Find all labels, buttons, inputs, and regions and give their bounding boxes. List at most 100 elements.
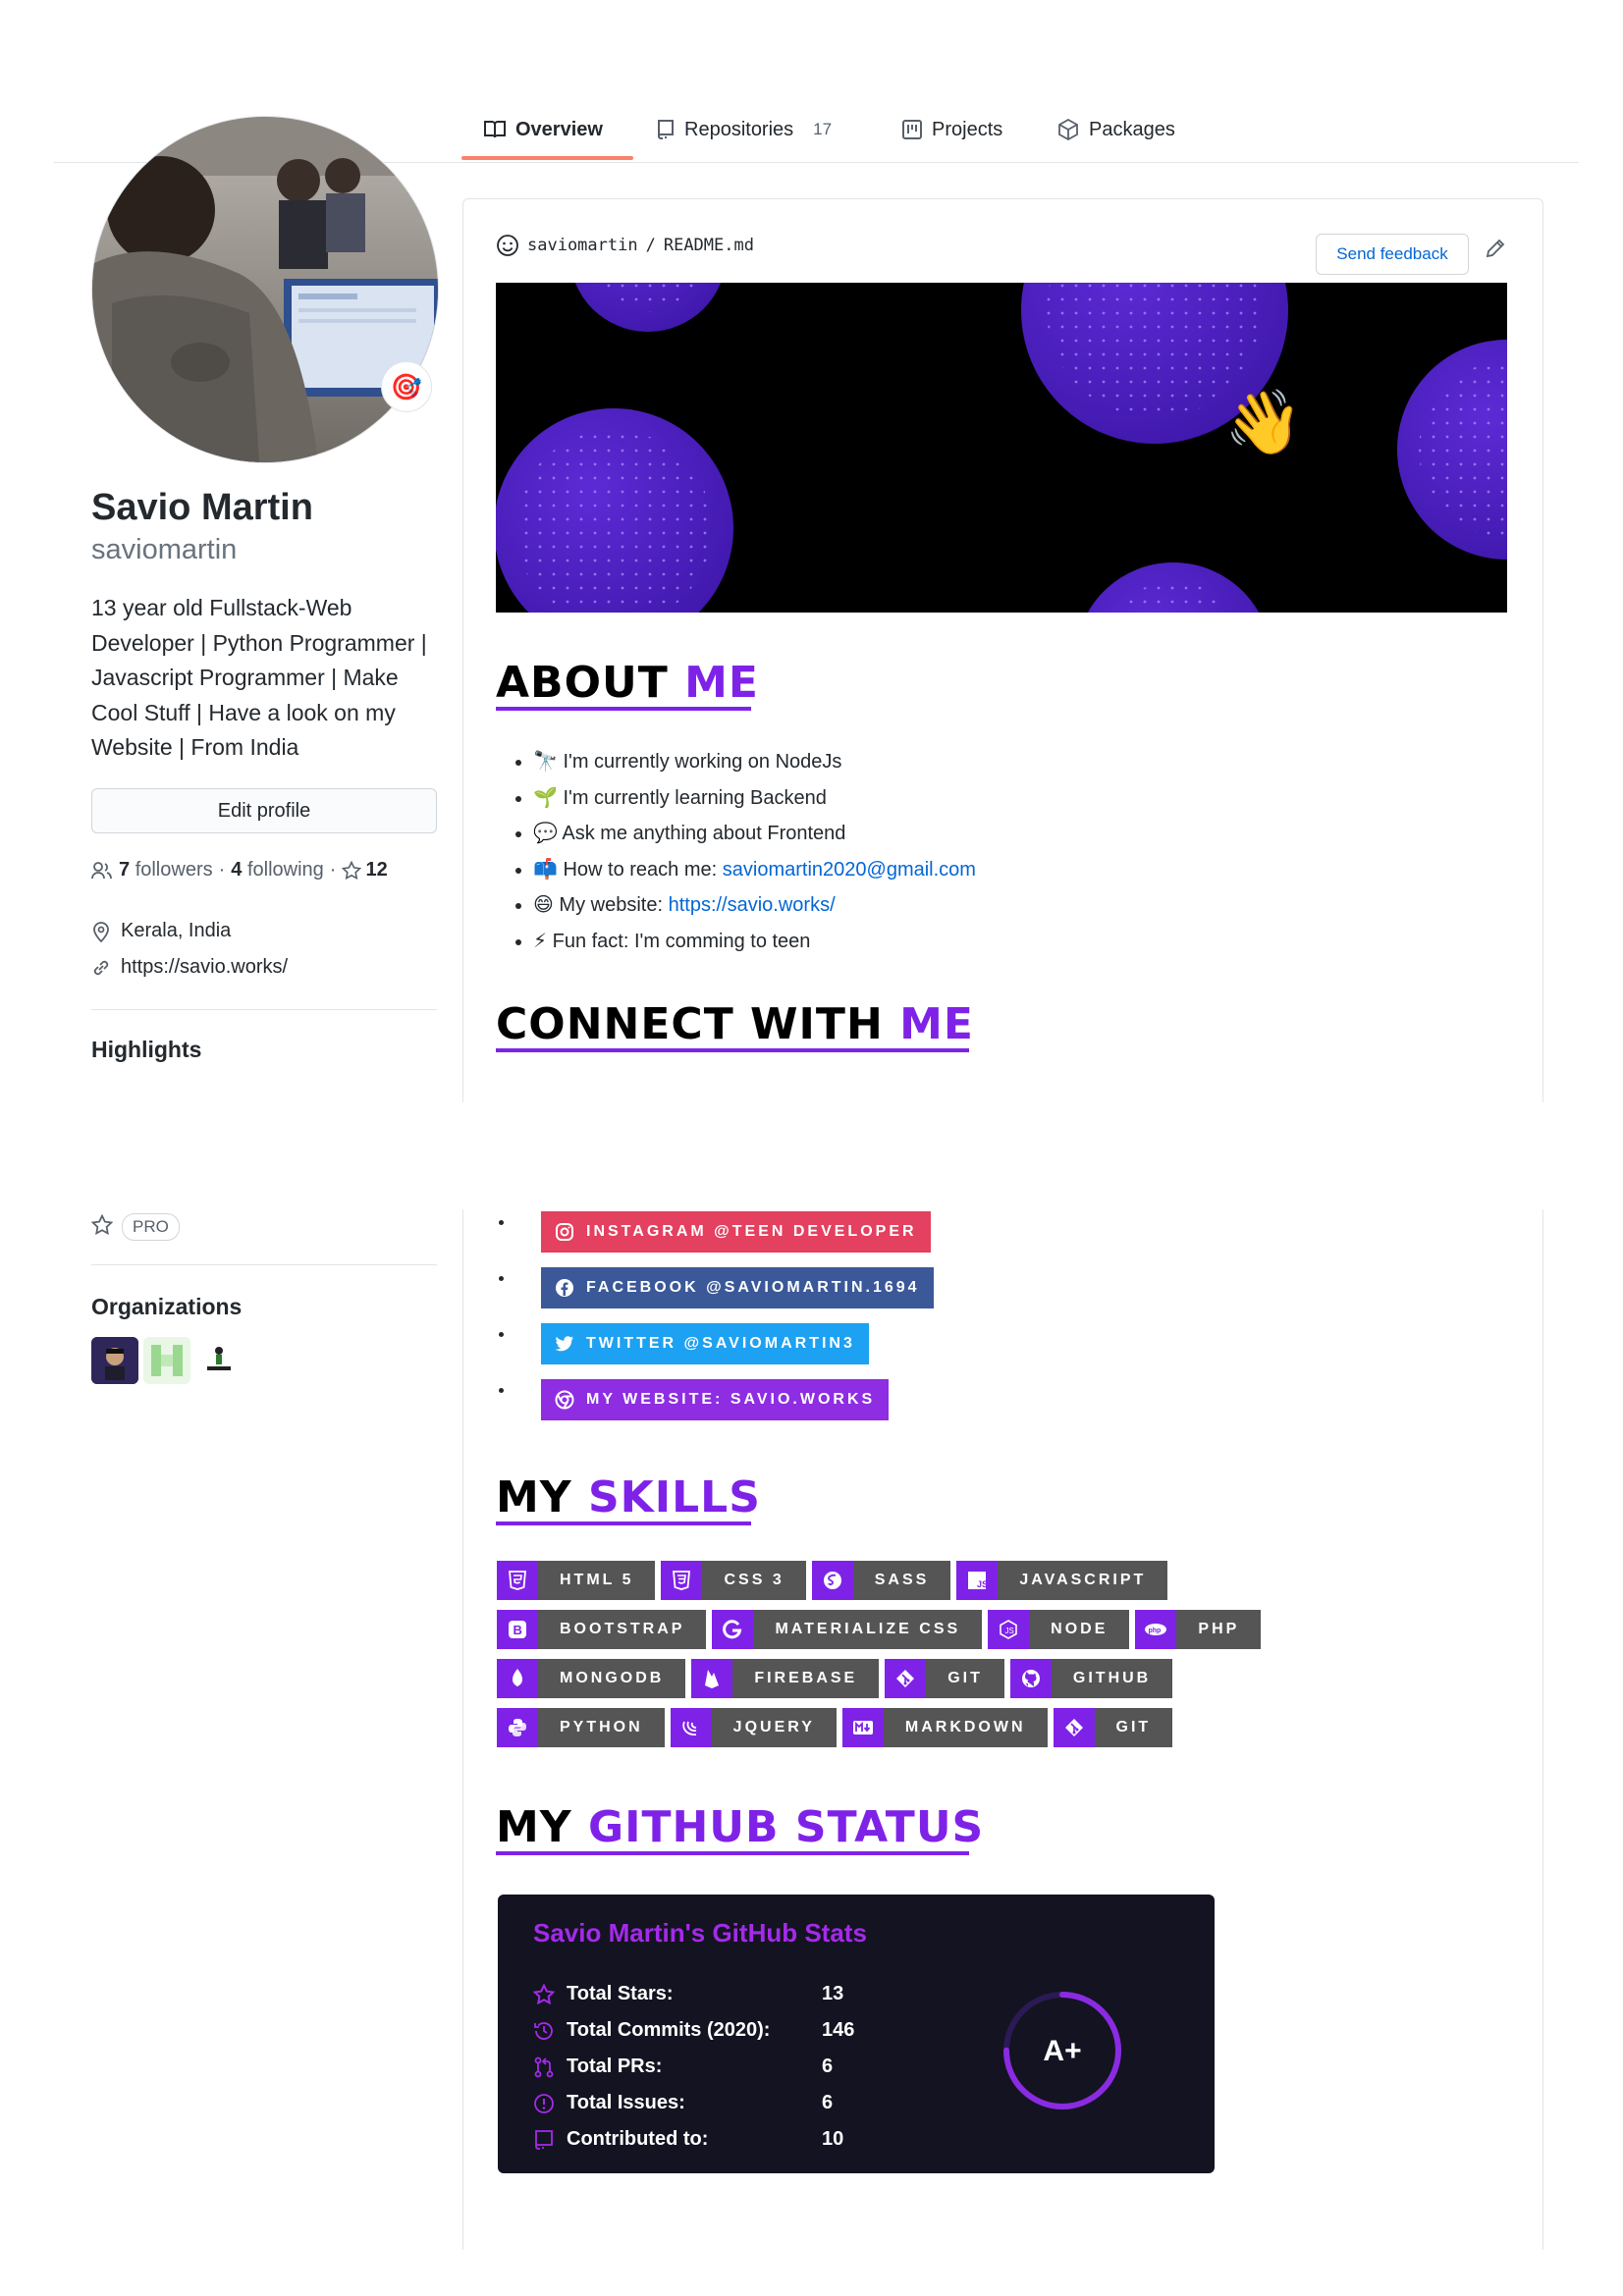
followers-link[interactable]: 7 followers [119, 859, 213, 881]
smiley-icon [497, 235, 518, 256]
org-avatar[interactable] [91, 1337, 138, 1384]
website-row[interactable]: https://savio.works/ [91, 956, 288, 979]
org-avatar[interactable] [143, 1337, 190, 1384]
stat-value: 13 [822, 1983, 844, 2004]
sidebar-divider [91, 1009, 437, 1010]
skill-badge-python[interactable]: PYTHON [497, 1708, 665, 1747]
skill-label: GIT [1094, 1708, 1173, 1747]
pro-badge: PRO [122, 1213, 180, 1241]
skill-badge-node[interactable]: JS NODE [988, 1610, 1130, 1649]
send-feedback-button[interactable]: Send feedback [1316, 234, 1469, 275]
bootstrap-icon: B [497, 1610, 538, 1649]
materialize-icon [712, 1610, 754, 1649]
skill-badge-css3[interactable]: CSS 3 [661, 1561, 806, 1600]
repo-counter: 17 [813, 120, 833, 138]
status-emoji[interactable]: 🎯 [381, 361, 432, 412]
instagram-badge[interactable]: INSTAGRAM @TEEN DEVELOPER [541, 1211, 931, 1253]
facebook-badge[interactable]: FACEBOOK @SAVIOMARTIN.1694 [541, 1267, 934, 1308]
pencil-icon[interactable] [1485, 238, 1506, 259]
website-badge[interactable]: MY WEBSITE: SAVIO.WORKS [541, 1379, 890, 1420]
twitter-badge[interactable]: TWITTER @SAVIOMARTIN3 [541, 1323, 869, 1364]
sass-icon [811, 1561, 853, 1600]
skill-badge-firebase[interactable]: FIREBASE [691, 1659, 880, 1698]
stat-row: Total Commits (2020): 146 [533, 2019, 854, 2042]
markdown-icon [841, 1708, 884, 1747]
skill-label: HTML 5 [538, 1561, 656, 1600]
heading-underline [496, 1048, 969, 1052]
github-stats-card[interactable]: Savio Martin's GitHub Stats Total Stars:… [498, 1895, 1215, 2173]
skill-badge-github[interactable]: GITHUB [1009, 1659, 1173, 1698]
readme-banner [496, 283, 1507, 613]
tab-projects[interactable]: Projects [902, 98, 1002, 161]
location-row: Kerala, India [91, 920, 231, 942]
svg-text:JS: JS [977, 1579, 987, 1589]
skill-badge-git[interactable]: GIT [1053, 1708, 1173, 1747]
edit-profile-button[interactable]: Edit profile [91, 788, 437, 833]
people-icon [91, 861, 112, 879]
skill-badge-mongodb[interactable]: MONGODB [497, 1659, 686, 1698]
tab-repositories[interactable]: Repositories 17 [657, 98, 832, 161]
package-icon [1058, 119, 1078, 140]
svg-text:B: B [514, 1623, 522, 1637]
skill-badge-materialize[interactable]: MATERIALIZE CSS [712, 1610, 983, 1649]
profile-bio: 13 year old Fullstack-Web Developer | Py… [91, 595, 427, 760]
node-icon: JS [988, 1610, 1030, 1649]
repo-icon [658, 120, 674, 139]
skill-label: FIREBASE [732, 1659, 880, 1698]
badge-label: MY WEBSITE: SAVIO.WORKS [586, 1391, 876, 1408]
repo-icon [535, 2129, 553, 2150]
skill-badge-php[interactable]: php PHP [1135, 1610, 1262, 1649]
org-avatar[interactable] [195, 1337, 243, 1384]
instagram-icon [556, 1223, 573, 1241]
git-icon [885, 1659, 927, 1698]
grade-ring: A+ [1003, 1992, 1121, 2109]
skill-badge-jquery[interactable]: JQUERY [670, 1708, 837, 1747]
skill-label: MONGODB [538, 1659, 686, 1698]
separator: · [329, 859, 337, 881]
skill-badge-html5[interactable]: HTML 5 [497, 1561, 656, 1600]
javascript-icon: JS [956, 1561, 999, 1600]
following-link[interactable]: 4 following [231, 859, 324, 881]
stars-link[interactable]: 12 [342, 859, 388, 881]
php-icon: php [1135, 1610, 1177, 1649]
skill-badge-markdown[interactable]: MARKDOWN [841, 1708, 1048, 1747]
github-icon [1009, 1659, 1052, 1698]
stat-label: Contributed to: [567, 2128, 709, 2150]
location-text: Kerala, India [121, 920, 232, 941]
github-status-heading: MY GITHUB STATUS [496, 1802, 985, 1852]
stat-value: 10 [822, 2128, 844, 2150]
book-icon [484, 121, 506, 138]
star-icon [91, 1214, 113, 1235]
skill-badge-sass[interactable]: SASS [811, 1561, 951, 1600]
list-item: ⚡ Fun fact: I'm comming to teen [533, 924, 976, 960]
tab-packages[interactable]: Packages [1057, 98, 1175, 161]
stat-value: 6 [822, 2056, 834, 2077]
list-item: 💬 Ask me anything about Frontend [533, 816, 976, 852]
tab-overview[interactable]: Overview [484, 98, 603, 161]
active-tab-indicator [461, 156, 633, 160]
seedling-icon: 🌱 [533, 786, 558, 809]
css3-icon [661, 1561, 703, 1600]
skill-badge-git[interactable]: GIT [885, 1659, 1004, 1698]
skill-badge-bootstrap[interactable]: B BOOTSTRAP [497, 1610, 707, 1649]
svg-text:JS: JS [1005, 1627, 1014, 1635]
location-icon [93, 921, 109, 942]
readme-file[interactable]: README.md [664, 236, 754, 255]
skill-label: GITHUB [1051, 1659, 1173, 1698]
skill-badge-javascript[interactable]: JS JAVASCRIPT [956, 1561, 1168, 1600]
chrome-icon [555, 1390, 574, 1410]
list-item: 📫 How to reach me: saviomartin2020@gmail… [533, 852, 976, 888]
tab-label: Overview [515, 118, 603, 140]
stat-label: Total PRs: [567, 2056, 663, 2077]
avatar[interactable] [91, 116, 439, 463]
skill-label: GIT [926, 1659, 1004, 1698]
website-link[interactable]: https://savio.works/ [121, 956, 288, 979]
list-item: 🌱 I'm currently learning Backend [533, 780, 976, 817]
skill-label: MARKDOWN [883, 1708, 1048, 1747]
stat-row: Total PRs: 6 [533, 2056, 833, 2078]
about-list: 🔭 I'm currently working on NodeJs 🌱 I'm … [496, 744, 976, 960]
email-link[interactable]: saviomartin2020@gmail.com [723, 859, 976, 881]
website-link[interactable]: https://savio.works/ [669, 894, 836, 916]
readme-owner[interactable]: saviomartin [527, 236, 638, 255]
telescope-icon: 🔭 [533, 751, 558, 773]
